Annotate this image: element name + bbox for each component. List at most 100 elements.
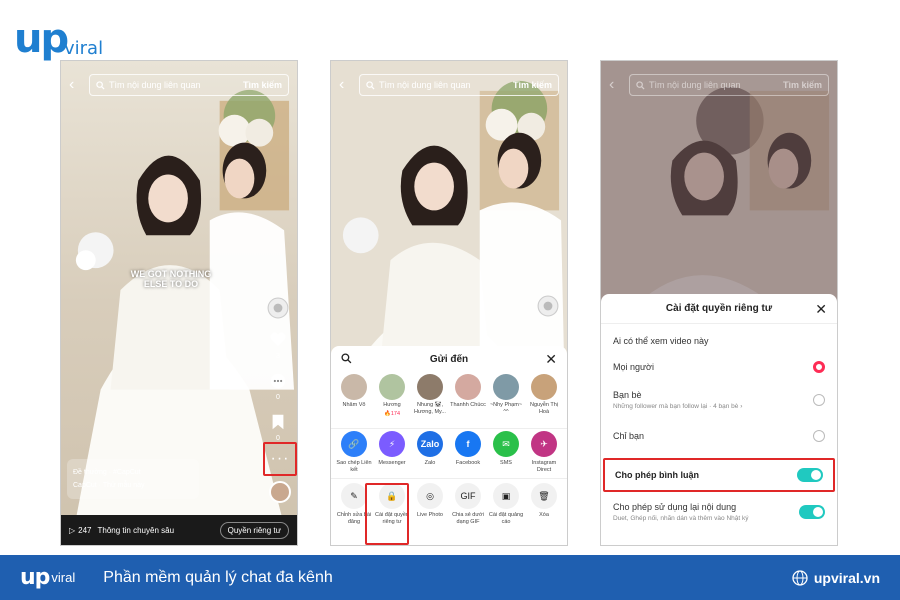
radio-icon[interactable]	[813, 394, 825, 406]
share-app-label: Instagram Direct	[531, 460, 557, 473]
back-arrow-icon[interactable]: ‹	[69, 77, 83, 93]
template-line-1: Đề thường · #CapCut	[73, 469, 141, 476]
option-friends-label: Bạn bè	[613, 390, 642, 400]
search-icon[interactable]	[341, 353, 352, 364]
share-app-label: Facebook	[455, 460, 481, 466]
search-placeholder: Tìm nội dung liên quan	[649, 80, 741, 90]
friend-avatar	[417, 374, 443, 400]
share-action-label: Cài đặt quảng cáo	[488, 512, 524, 525]
share-app-label: SMS	[500, 460, 512, 466]
search-submit-button[interactable]: Tìm kiếm	[243, 80, 282, 90]
back-arrow-icon[interactable]: ‹	[609, 77, 623, 93]
privacy-panel-title: Cài đặt quyền riêng tư	[665, 303, 773, 314]
share-app-icon: ✈	[531, 431, 557, 457]
option-everyone[interactable]: Mọi người	[601, 354, 837, 380]
share-app-item[interactable]: f Facebook	[450, 431, 486, 476]
allow-reuse-toggle[interactable]	[799, 505, 825, 519]
footer-logo-u: up	[20, 565, 50, 590]
footer-slogan: Phần mềm quản lý chat đa kênh	[103, 568, 333, 586]
friend-streak: 🔥174	[383, 410, 401, 417]
footer-website[interactable]: upviral.vn	[792, 570, 880, 586]
privacy-button[interactable]: Quyền riêng tư	[219, 521, 289, 539]
back-arrow-icon[interactable]: ‹	[339, 77, 353, 93]
option-everyone-label: Mọi người	[613, 362, 654, 372]
share-action-icon: GIF	[455, 483, 481, 509]
share-action-item[interactable]: GIF Chia sẻ dưới dạng GIF	[450, 483, 486, 525]
friend-item[interactable]: ~Nhy Phạm~ ^^	[488, 374, 524, 426]
friend-name: Hương	[383, 402, 401, 408]
share-app-item[interactable]: Zalo Zalo	[412, 431, 448, 476]
bottom-bar: ▷ 247 Thông tin chuyên sâu Quyền riêng t…	[61, 515, 297, 545]
allow-comments-row[interactable]: Cho phép bình luận	[603, 458, 835, 492]
close-icon[interactable]: ✕	[815, 301, 827, 318]
close-icon[interactable]: ✕	[545, 351, 557, 368]
share-app-item[interactable]: ⚡ Messenger	[374, 431, 410, 476]
view-count: 247	[78, 525, 92, 535]
share-app-icon: Zalo	[417, 431, 443, 457]
template-chip[interactable]: Đề thường · #CapCut CapCut · Thử mẫu này	[67, 459, 199, 499]
who-can-view-label: Ai có thể xem video này	[613, 336, 709, 346]
share-app-item[interactable]: 🔗 Sao chép Liên kết	[336, 431, 372, 476]
share-app-label: Zalo	[424, 460, 436, 466]
share-app-item[interactable]: ✉ SMS	[488, 431, 524, 476]
friend-item[interactable]: Nhâm Võ	[336, 374, 372, 426]
allow-reuse-row[interactable]: Cho phép sử dụng lại nội dung Duet, Ghép…	[601, 494, 837, 530]
search-box[interactable]: Tìm nội dung liên quan Tìm kiếm	[89, 74, 289, 96]
allow-reuse-label: Cho phép sử dụng lại nội dung	[613, 502, 737, 512]
friend-avatar	[379, 374, 405, 400]
option-only-me[interactable]: Chỉ bạn	[601, 420, 837, 452]
radio-selected-icon[interactable]	[813, 361, 825, 373]
search-placeholder: Tìm nội dung liên quan	[109, 80, 201, 90]
search-submit-button[interactable]: Tìm kiếm	[513, 80, 552, 90]
search-box[interactable]: Tìm nội dung liên quan Tìm kiếm	[359, 74, 559, 96]
friends-row: Nhâm Võ Hương 🔥174 Nhung 🐼, Hương, My... Tha…	[331, 372, 567, 428]
apps-row: 🔗 Sao chép Liên kết ⚡ Messenger Zalo Zalo f Fac…	[331, 428, 567, 478]
friend-name: Nhung 🐼, Hương, My...	[414, 402, 446, 415]
friend-avatar	[493, 374, 519, 400]
share-action-item[interactable]: ◎ Live Photo	[412, 483, 448, 525]
allow-reuse-sub: Duet, Ghép nối, nhãn dán và thêm vào Nhậ…	[613, 515, 749, 522]
option-friends[interactable]: Bạn bè Những follower mà bạn follow lại …	[601, 380, 837, 420]
top-bar: ‹ Tìm nội dung liên quan Tìm kiếm	[331, 61, 567, 109]
sound-disc-icon[interactable]	[267, 297, 289, 319]
share-sheet-header: Gửi đến ✕	[331, 346, 567, 372]
phone-screen-share: ‹ Tìm nội dung liên quan Tìm kiếm Gửi đế…	[330, 60, 568, 546]
share-app-item[interactable]: ✈ Instagram Direct	[526, 431, 562, 476]
friend-avatar	[531, 374, 557, 400]
video-caption: WE GOT NOTHING ELSE TO DO	[121, 269, 221, 289]
caption-line-1: WE GOT NOTHING	[130, 269, 212, 279]
comment-icon[interactable]	[269, 372, 287, 390]
heart-icon[interactable]	[269, 331, 287, 349]
search-submit-button[interactable]: Tìm kiếm	[783, 80, 822, 90]
friend-item[interactable]: Nguyễn Thị Hoà	[526, 374, 562, 426]
allow-comments-label: Cho phép bình luận	[615, 470, 699, 480]
friend-name: Nhâm Võ	[342, 402, 366, 408]
logo-u: up	[14, 16, 69, 62]
sound-disc-icon[interactable]	[537, 295, 559, 317]
insights-link[interactable]: Thông tin chuyên sâu	[98, 526, 175, 535]
template-line-2: CapCut · Thử mẫu này	[73, 482, 145, 489]
allow-comments-toggle[interactable]	[797, 468, 823, 482]
more-dots-icon: ···	[270, 450, 290, 467]
share-app-label: Sao chép Liên kết	[336, 460, 372, 473]
music-avatar[interactable]	[269, 481, 291, 503]
search-placeholder: Tìm nội dung liên quan	[379, 80, 471, 90]
share-action-item[interactable]: ▣ Cài đặt quảng cáo	[488, 483, 524, 525]
comment-count: 0	[276, 394, 280, 401]
share-action-item[interactable]: 🗑 Xóa	[526, 483, 562, 525]
share-app-icon: 🔗	[341, 431, 367, 457]
bookmark-icon[interactable]	[269, 413, 287, 431]
friend-item[interactable]: Thanhh Chúcc	[450, 374, 486, 426]
radio-icon[interactable]	[813, 430, 825, 442]
globe-icon	[792, 569, 808, 586]
friend-item[interactable]: Nhung 🐼, Hương, My...	[412, 374, 448, 426]
views: ▷ 247	[69, 526, 92, 535]
share-action-icon: ✎	[341, 483, 367, 509]
more-button[interactable]: ···	[263, 442, 297, 476]
bookmark-count: 0	[276, 435, 280, 442]
friend-item[interactable]: Hương 🔥174	[374, 374, 410, 426]
search-icon	[366, 80, 375, 90]
phone-screen-privacy: ‹ Tìm nội dung liên quan Tìm kiếm Cài đặ…	[600, 60, 838, 546]
search-icon	[96, 80, 105, 90]
search-box[interactable]: Tìm nội dung liên quan Tìm kiếm	[629, 74, 829, 96]
